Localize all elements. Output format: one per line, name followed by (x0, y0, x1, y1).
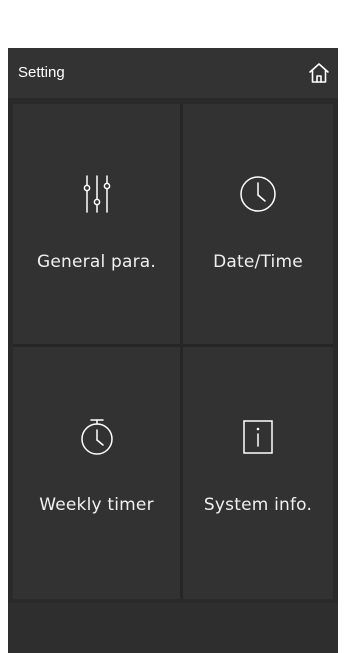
info-icon (243, 420, 273, 454)
tile-label: System info. (203, 495, 313, 515)
tile-weekly-timer[interactable]: Weekly timer (13, 347, 180, 599)
grid-divider-vertical (180, 104, 183, 599)
tile-date-time[interactable]: Date/Time (183, 104, 333, 344)
tile-label: Weekly timer (39, 495, 154, 515)
header-bar: Setting (8, 48, 338, 98)
page-title: Setting (18, 64, 65, 81)
home-button[interactable] (304, 58, 334, 88)
settings-screen: Setting General para. Date/Time Weekly t… (8, 48, 338, 653)
clock-icon (240, 176, 276, 212)
tile-label: General para. (36, 252, 157, 272)
tile-general-parameters[interactable]: General para. (13, 104, 180, 344)
settings-grid: General para. Date/Time Weekly timer Sys… (13, 104, 333, 599)
sliders-icon (83, 175, 110, 213)
stopwatch-icon (80, 419, 113, 455)
tile-label: Date/Time (213, 252, 303, 272)
grid-divider-horizontal (13, 344, 333, 347)
footer-bar (8, 603, 338, 653)
home-icon (309, 63, 329, 83)
tile-system-info[interactable]: System info. (183, 347, 333, 599)
